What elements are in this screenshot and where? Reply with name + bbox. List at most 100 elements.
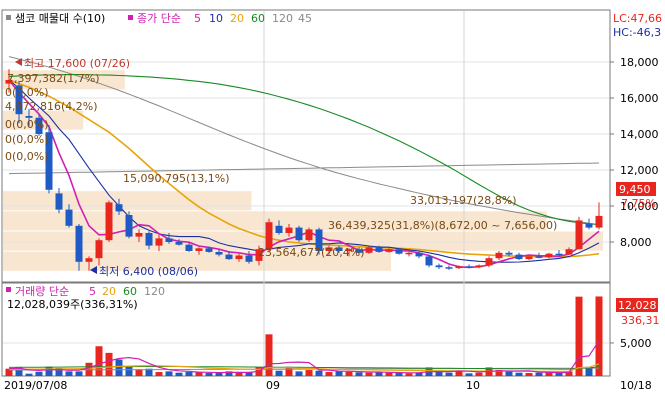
vol-ma-period-120: 120: [144, 285, 165, 298]
candle-body: [175, 242, 183, 245]
volume-bar: [395, 373, 403, 376]
candle-body: [75, 225, 83, 262]
price-tick-label: 12,000: [620, 164, 659, 177]
current-volume-label: 12,028: [618, 299, 657, 312]
volume-bar: [115, 359, 123, 376]
candle-body: [285, 227, 293, 233]
profile-label-8: 4,872,816(4,2%): [5, 100, 98, 113]
candle-body: [415, 252, 423, 257]
candle-body: [495, 252, 503, 259]
volume-bar: [175, 372, 183, 376]
volume-tick-label: 5,000: [620, 337, 652, 350]
price-tick-label: 8,000: [620, 236, 652, 249]
current-price-label: 9,450: [619, 183, 651, 196]
vol-ma-period-5: 5: [89, 285, 96, 298]
candle-body: [165, 238, 173, 242]
volume-bar: [515, 372, 523, 376]
chart-window: 8,000 10,000 12,000 14,000 16,000 18,000 5,000…: [0, 0, 665, 401]
ma-period-45: 45: [298, 12, 312, 25]
volume-bar: [505, 371, 513, 376]
candle-body: [505, 252, 513, 255]
volume-bar: [185, 372, 193, 376]
candle-body: [65, 209, 73, 226]
candle-body: [535, 256, 543, 258]
volume-bar: [195, 372, 203, 376]
candle-body: [195, 248, 203, 251]
price-tick-label: 16,000: [620, 92, 659, 105]
price-header-swatch: [6, 15, 11, 20]
volume-bar: [155, 372, 163, 376]
price-tick-label: 18,000: [620, 56, 659, 69]
volume-info: 12,028,039주(336,31%): [7, 298, 138, 311]
candle-body: [455, 266, 463, 269]
candle-body: [395, 249, 403, 254]
candle-body: [595, 215, 603, 228]
candle-body: [275, 225, 283, 233]
high-label: 최고 17,600 (07/26): [24, 57, 130, 70]
candle-body: [305, 229, 313, 241]
profile-label-2: 36,439,325(31,8%)(8,672,00 ~ 7,656,00): [328, 219, 557, 232]
candle-body: [545, 253, 553, 258]
candle-body: [55, 193, 63, 210]
low-label: 최저 6,400 (08/06): [99, 265, 198, 278]
candle-body: [115, 204, 123, 212]
vol-ma-period-60: 60: [123, 285, 137, 298]
volume-bar: [205, 373, 213, 376]
high-marker: 최고 17,600 (07/26): [15, 57, 130, 70]
volume-bar: [475, 372, 483, 376]
volume-title: 거래량 단순: [15, 285, 69, 298]
price-tick-label: 14,000: [620, 128, 659, 141]
volume-bar: [575, 296, 583, 376]
profile-label-4: 15,090,795(13,1%): [123, 172, 230, 185]
candle-body: [145, 233, 153, 246]
candle-body: [205, 248, 213, 252]
volume-bar: [295, 371, 303, 376]
volume-bar: [335, 371, 343, 376]
profile-label-5: 0(0,0%): [5, 150, 49, 163]
candle-body: [405, 252, 413, 255]
candle-body: [295, 227, 303, 241]
volume-bar: [125, 366, 133, 376]
vol-header-swatch: [6, 287, 11, 292]
date-label: 09: [266, 379, 280, 392]
ma-label: 종가 단순: [137, 12, 181, 25]
volume-bar: [65, 371, 73, 376]
candle-body: [525, 256, 533, 260]
volume-bar: [265, 334, 273, 376]
ma-period-60: 60: [251, 12, 265, 25]
ma-header-swatch: [128, 15, 133, 20]
ma-period-20: 20: [230, 12, 244, 25]
volume-bar: [385, 372, 393, 376]
volume-bar: [435, 372, 443, 376]
date-label: 2019/07/08: [4, 379, 67, 392]
ma-period-5: 5: [194, 12, 201, 25]
candle-body: [475, 265, 483, 268]
volume-bar: [525, 373, 533, 376]
profile-label-10: 7,397,382(1,7%): [7, 72, 100, 85]
candle-body: [515, 254, 523, 260]
volume-bar: [355, 372, 363, 376]
candle-body: [555, 253, 563, 256]
ma-period-10: 10: [209, 12, 223, 25]
volume-bar: [45, 366, 53, 376]
low-marker: 최저 6,400 (08/06): [90, 265, 198, 278]
volume-bar: [35, 371, 43, 376]
stock-chart: 8,00010,00012,00014,00016,00018,0005,000…: [1, 9, 662, 392]
candle-body: [85, 258, 93, 262]
candle-body: [575, 220, 583, 250]
candle-body: [565, 249, 573, 255]
candle-body: [465, 266, 473, 268]
volume-bar: [275, 370, 283, 376]
candle-body: [365, 247, 373, 253]
profile-label-1: 23,564,677(20,4%): [258, 246, 365, 259]
candle-body: [245, 255, 253, 262]
candle-body: [95, 240, 103, 259]
candle-body: [435, 265, 443, 268]
volume-bar: [305, 370, 313, 376]
hc-label: HC:-46,3: [613, 26, 661, 39]
candle-body: [125, 215, 133, 237]
volume-bar: [315, 370, 323, 376]
volume-profile-bar: [3, 191, 252, 211]
candle-body: [155, 238, 163, 246]
vol-ma-period-20: 20: [102, 285, 116, 298]
